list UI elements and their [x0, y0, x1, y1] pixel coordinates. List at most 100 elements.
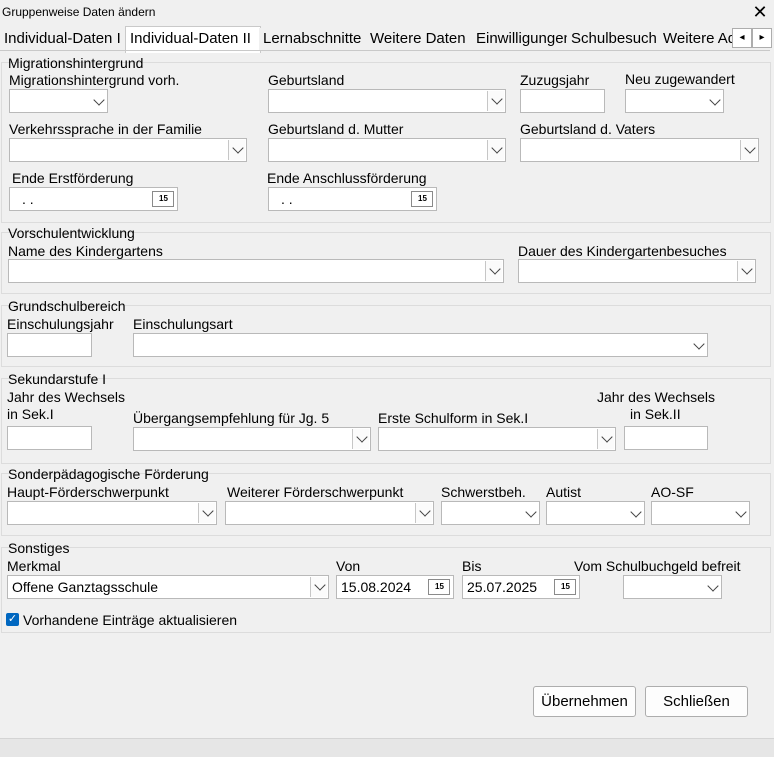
chevron-down-icon: [744, 142, 756, 154]
chevron-down-icon: [356, 431, 368, 443]
group-title-sek1: Sekundarstufe I: [8, 371, 107, 387]
chevron-down-icon: [202, 505, 214, 517]
geburtsland-vater-combo[interactable]: [520, 138, 759, 162]
group-title-sonder: Sonderpädagogische Förderung: [8, 466, 209, 482]
label-einschulungsjahr: Einschulungsjahr: [7, 316, 114, 332]
uebergangsempfehlung-combo[interactable]: [133, 427, 371, 451]
label-einschulungsart: Einschulungsart: [133, 316, 233, 332]
chevron-down-icon: [525, 506, 537, 518]
chevron-down-icon: [741, 263, 753, 275]
chevron-down-icon: [735, 506, 747, 518]
tab-individual-daten-1[interactable]: Individual-Daten I: [0, 28, 127, 50]
dropdown-button[interactable]: [228, 140, 245, 160]
haupt-foerderschwerpunkt-combo[interactable]: [7, 501, 217, 525]
label-geburtsland-mutter: Geburtsland d. Mutter: [268, 121, 404, 137]
wechsel-sek2-input[interactable]: [624, 426, 708, 450]
dropdown-button[interactable]: [485, 261, 502, 281]
chevron-down-icon: [630, 506, 642, 518]
dropdown-button[interactable]: [740, 140, 757, 160]
calendar-icon[interactable]: 15: [411, 191, 433, 207]
label-wechsel-sek2-line1: Jahr des Wechsels: [597, 389, 716, 405]
tab-einwilligungen[interactable]: Einwilligungen: [472, 28, 568, 50]
label-ende-erstfoerderung: Ende Erstförderung: [12, 170, 134, 186]
neu-zugewandert-select[interactable]: [625, 89, 724, 113]
von-date[interactable]: 15.08.2024 15: [336, 575, 454, 599]
einschulungsart-select[interactable]: [133, 333, 708, 357]
window-title: Gruppenweise Daten ändern: [2, 5, 156, 19]
label-ende-anschlussfoerderung: Ende Anschlussförderung: [267, 170, 427, 186]
erste-schulform-combo[interactable]: [378, 427, 616, 451]
group-title-vorschule: Vorschulentwicklung: [8, 225, 135, 241]
weiterer-foerderschwerpunkt-combo[interactable]: [225, 501, 434, 525]
ao-sf-select[interactable]: [651, 501, 750, 525]
wechsel-sek1-input[interactable]: [7, 426, 92, 450]
apply-button[interactable]: Übernehmen: [533, 686, 636, 717]
dropdown-button[interactable]: [737, 261, 754, 281]
dropdown-button[interactable]: [487, 91, 504, 111]
calendar-icon[interactable]: 15: [554, 579, 576, 595]
dropdown-button[interactable]: [597, 429, 614, 449]
chevron-down-icon: [707, 580, 719, 592]
label-neu-zugewandert: Neu zugewandert: [625, 71, 735, 87]
autist-select[interactable]: [546, 501, 645, 525]
label-autist: Autist: [546, 484, 582, 500]
schulbuchgeld-select[interactable]: [623, 575, 722, 599]
merkmal-combo[interactable]: Offene Ganztagsschule: [7, 575, 329, 599]
von-value: 15.08.2024: [341, 579, 412, 595]
chevron-down-icon: [93, 94, 105, 106]
tab-lernabschnitte[interactable]: Lernabschnitte: [259, 28, 367, 50]
geburtsland-combo[interactable]: [268, 89, 506, 113]
close-icon[interactable]: ✕: [750, 2, 770, 22]
chevron-down-icon: [489, 263, 501, 275]
label-migration-vorh: Migrationshintergrund vorh.: [9, 72, 180, 88]
migration-vorh-select[interactable]: [9, 89, 108, 113]
label-schwerstbehindert: Schwerstbeh.: [441, 484, 526, 500]
tab-bar: Individual-Daten I Individual-Daten II L…: [0, 26, 774, 53]
chevron-down-icon: [601, 431, 613, 443]
schwerstbehindert-select[interactable]: [441, 501, 540, 525]
tab-scroll-right-icon[interactable]: ▸: [752, 28, 772, 48]
label-bis: Bis: [462, 558, 482, 574]
label-geburtsland: Geburtsland: [268, 72, 345, 88]
kindergarten-combo[interactable]: [8, 259, 504, 283]
label-merkmal: Merkmal: [7, 558, 61, 574]
tab-weitere-adressen[interactable]: Weitere Ad: [659, 28, 735, 50]
calendar-icon[interactable]: 15: [152, 191, 174, 207]
label-schulbuchgeld: Vom Schulbuchgeld befreit: [574, 558, 741, 574]
label-verkehrssprache: Verkehrssprache in der Familie: [9, 121, 202, 137]
update-entries-checkbox[interactable]: ✓: [6, 613, 19, 626]
dropdown-button[interactable]: [198, 503, 215, 523]
chevron-down-icon: [693, 338, 705, 350]
zuzugsjahr-input[interactable]: [520, 89, 605, 113]
close-button[interactable]: Schließen: [645, 686, 748, 717]
group-title-grundschule: Grundschulbereich: [8, 298, 126, 314]
label-von: Von: [336, 558, 361, 574]
chevron-down-icon: [491, 93, 503, 105]
label-update-entries: Vorhandene Einträge aktualisieren: [23, 612, 238, 628]
chevron-down-icon: [419, 505, 431, 517]
geburtsland-mutter-combo[interactable]: [268, 138, 506, 162]
dropdown-button[interactable]: [310, 577, 327, 597]
label-kindergarten: Name des Kindergartens: [8, 243, 163, 259]
dropdown-button[interactable]: [352, 429, 369, 449]
bis-value: 25.07.2025: [467, 579, 538, 595]
tab-weitere-daten[interactable]: Weitere Daten: [366, 28, 473, 50]
label-wechsel-sek2-line2: in Sek.II: [630, 406, 681, 422]
label-zuzugsjahr: Zuzugsjahr: [520, 72, 590, 88]
ende-anschlussfoerderung-date[interactable]: . . 15: [268, 187, 437, 211]
tab-individual-daten-2[interactable]: Individual-Daten II: [125, 26, 261, 53]
verkehrssprache-combo[interactable]: [9, 138, 247, 162]
dropdown-button[interactable]: [415, 503, 432, 523]
ende-erstfoerderung-date[interactable]: . . 15: [9, 187, 178, 211]
tab-scroll-left-icon[interactable]: ◂: [732, 28, 752, 48]
label-wechsel-sek1-line2: in Sek.I: [7, 406, 54, 422]
tab-schulbesuch[interactable]: Schulbesuch: [567, 28, 660, 50]
status-bar: [0, 738, 774, 757]
calendar-icon[interactable]: 15: [428, 579, 450, 595]
dropdown-button[interactable]: [487, 140, 504, 160]
einschulungsjahr-input[interactable]: [7, 333, 92, 357]
bis-date[interactable]: 25.07.2025 15: [462, 575, 580, 599]
label-uebergangsempfehlung: Übergangsempfehlung für Jg. 5: [133, 410, 330, 426]
merkmal-value: Offene Ganztagsschule: [12, 579, 159, 595]
dauer-kindergarten-combo[interactable]: [518, 259, 756, 283]
